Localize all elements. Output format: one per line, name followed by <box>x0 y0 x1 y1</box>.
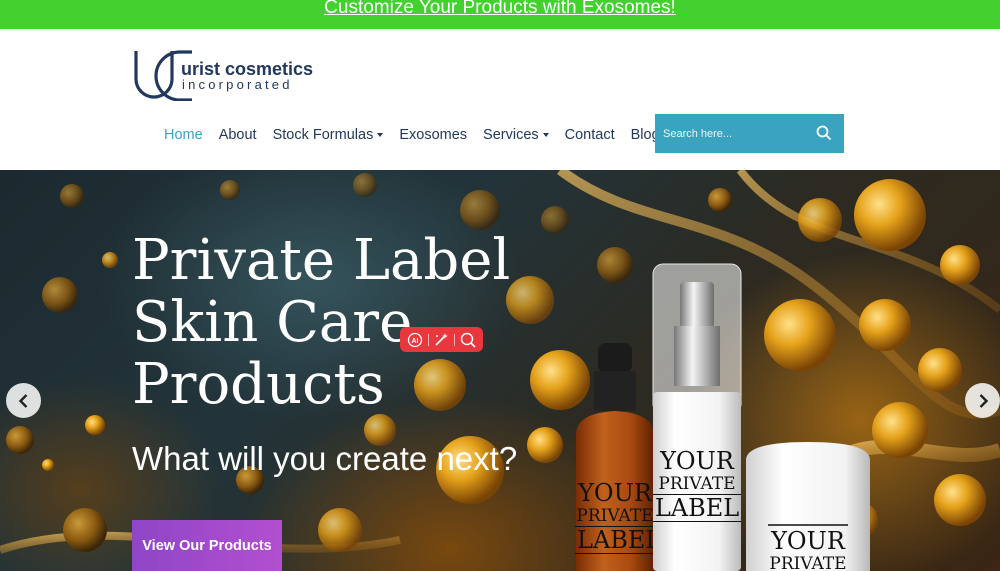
nav-label: Services <box>483 127 539 143</box>
nav-item-stock-formulas[interactable]: Stock Formulas <box>273 127 384 143</box>
slider-next-button[interactable] <box>965 383 1000 418</box>
caret-down-icon <box>542 133 549 137</box>
nav-label: Contact <box>564 127 615 143</box>
search-icon[interactable] <box>816 125 832 141</box>
slider-prev-button[interactable] <box>6 383 41 418</box>
label-your-text: YOUR <box>660 447 734 475</box>
caret-down-icon <box>377 133 384 137</box>
chevron-right-icon <box>979 393 988 408</box>
nav-item-home[interactable]: Home <box>164 127 203 143</box>
label-private-text: PRIVATE <box>576 506 654 526</box>
nav-label: Stock Formulas <box>272 127 374 143</box>
search-box <box>655 114 844 153</box>
nav-item-exosomes[interactable]: Exosomes <box>399 127 467 143</box>
nav-item-services[interactable]: Services <box>483 127 549 143</box>
site-logo[interactable]: urist cosmetics incorporated <box>132 49 332 101</box>
label-private-text: PRIVATE <box>769 554 847 571</box>
label-your-text: YOUR <box>578 479 652 507</box>
pump-bottle <box>652 263 742 571</box>
site-header: urist cosmetics incorporated Home About … <box>0 29 1000 170</box>
dropper-label: YOUR PRIVATE LABEL <box>575 479 664 554</box>
nav-label: About <box>218 127 257 143</box>
search-input[interactable] <box>655 118 805 149</box>
promo-banner: Customize Your Products with Exosomes! <box>0 0 1000 29</box>
label-private-text: PRIVATE <box>658 474 736 494</box>
chevron-left-icon <box>18 393 27 408</box>
label-label-text: LABEL <box>652 494 742 522</box>
jar-label: YOUR PRIVATE <box>748 528 868 571</box>
nav-item-contact[interactable]: Contact <box>565 127 615 143</box>
logo-text-secondary: incorporated <box>182 77 293 92</box>
product-image: YOUR PRIVATE LABEL YOUR PRIVATE LABEL YO… <box>0 170 1000 571</box>
nav-label: Home <box>164 127 203 143</box>
hero-slider: Private Label Skin Care Products AI What… <box>0 170 1000 571</box>
main-nav: Home About Stock Formulas Exosomes Servi… <box>164 125 676 145</box>
label-your-text: YOUR <box>771 527 845 555</box>
nav-label: Exosomes <box>399 127 468 143</box>
pump-label: YOUR PRIVATE LABEL <box>652 448 742 522</box>
nav-item-about[interactable]: About <box>219 127 257 143</box>
promo-link[interactable]: Customize Your Products with Exosomes! <box>324 0 676 17</box>
